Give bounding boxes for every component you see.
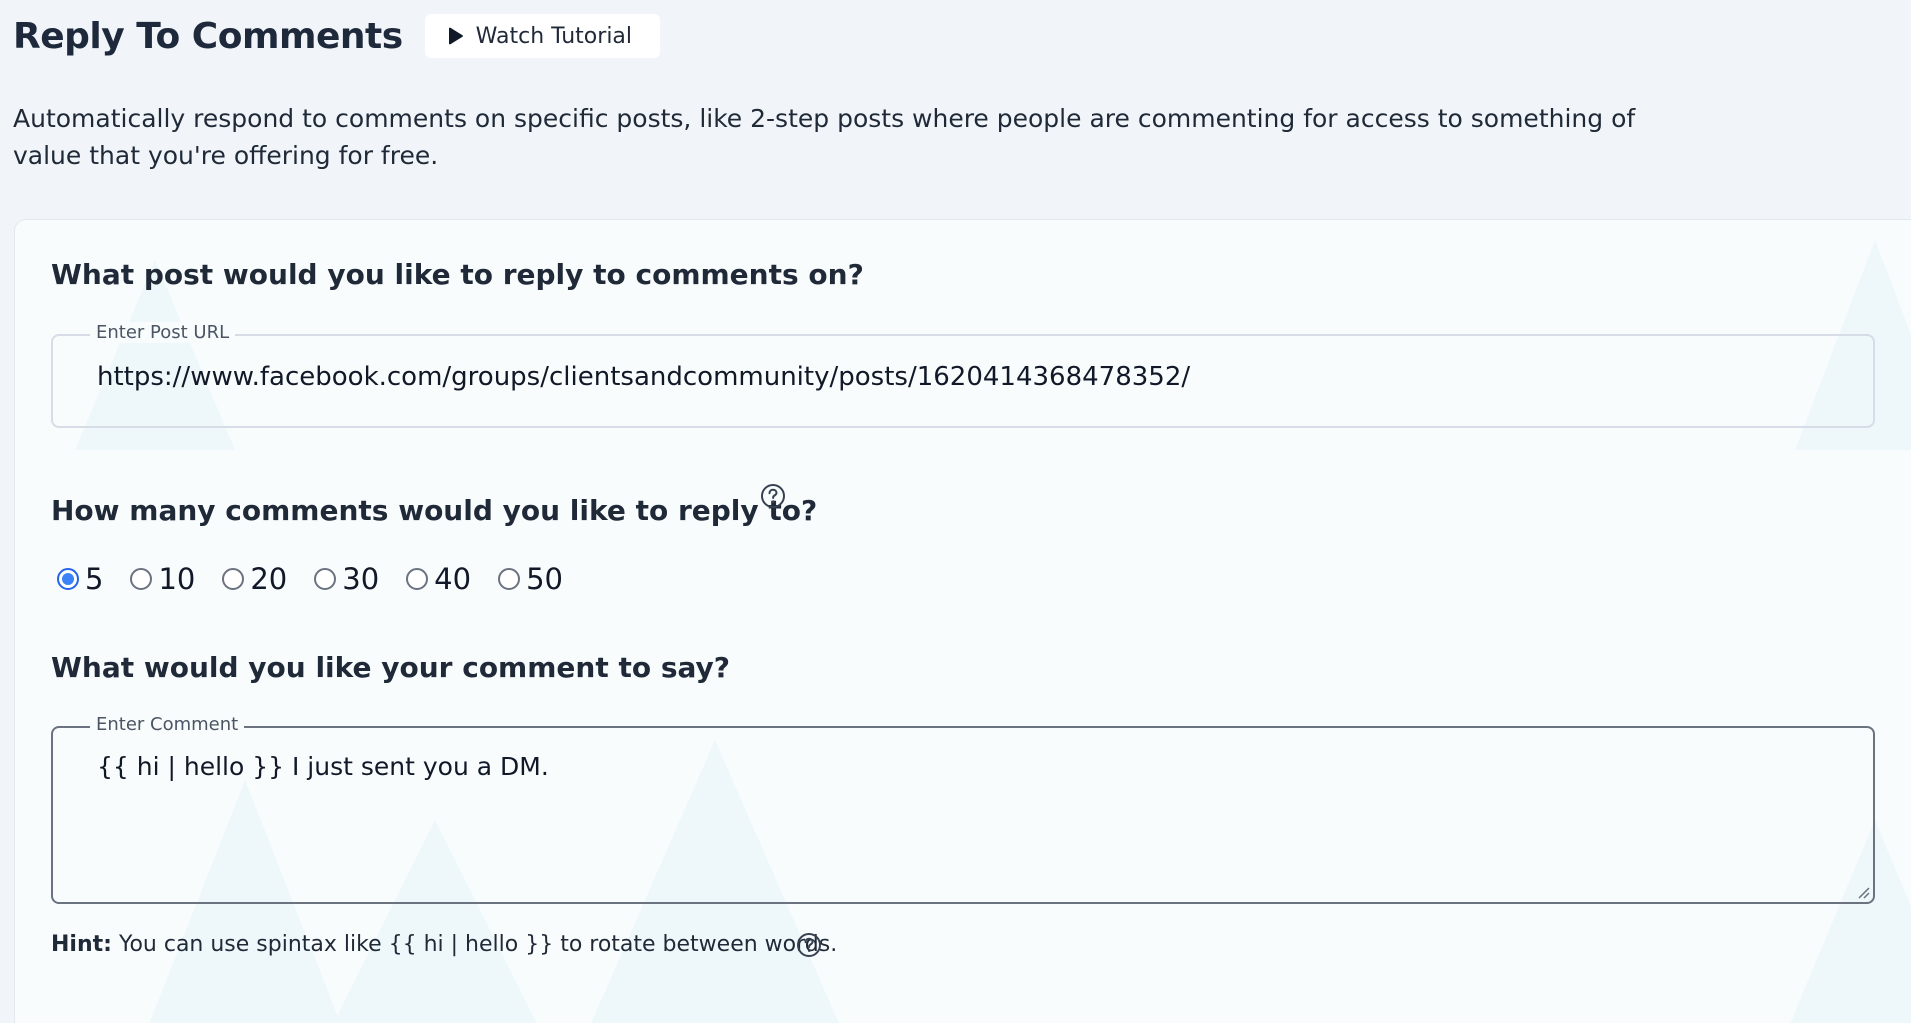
comment-count-radio-group: 5 10 20 30 40 50 — [57, 562, 590, 596]
radio-label: 50 — [526, 562, 563, 596]
question-circle-icon[interactable] — [796, 932, 822, 958]
radio-label: 40 — [434, 562, 472, 596]
page: Reply To Comments Watch Tutorial Automat… — [0, 0, 1911, 1023]
radio-label: 30 — [342, 562, 380, 596]
form-card: What post would you like to reply to com… — [14, 219, 1911, 1023]
radio-option-40[interactable]: 40 — [406, 562, 471, 596]
hint-text: You can use spintax like {{ hi | hello }… — [118, 932, 838, 957]
radio-option-30[interactable]: 30 — [314, 562, 379, 596]
hint-prefix: Hint: — [51, 932, 112, 957]
radio-label: 10 — [158, 562, 196, 596]
spintax-hint: Hint: You can use spintax like {{ hi | h… — [51, 932, 837, 957]
play-icon — [447, 27, 464, 45]
radio-button[interactable] — [130, 568, 153, 590]
radio-selected-dot — [62, 573, 74, 585]
radio-button[interactable] — [498, 568, 521, 590]
radio-button[interactable] — [222, 568, 245, 590]
page-description: Automatically respond to comments on spe… — [13, 104, 1636, 170]
comment-fieldset: Enter Comment {{ hi | hello }} I just se… — [51, 714, 1875, 904]
radio-option-10[interactable]: 10 — [130, 562, 195, 596]
radio-button[interactable] — [57, 568, 79, 590]
post-url-fieldset: Enter Post URL — [51, 322, 1875, 428]
radio-option-50[interactable]: 50 — [498, 562, 563, 596]
page-header: Reply To Comments Watch Tutorial — [13, 14, 661, 58]
radio-button[interactable] — [406, 568, 429, 590]
watch-tutorial-button[interactable]: Watch Tutorial — [424, 14, 661, 58]
post-url-field-label: Enter Post URL — [90, 322, 236, 343]
radio-option-20[interactable]: 20 — [222, 562, 287, 596]
post-url-question: What post would you like to reply to com… — [51, 258, 864, 291]
comment-textarea[interactable]: {{ hi | hello }} I just sent you a DM. — [97, 750, 1837, 890]
watch-tutorial-label: Watch Tutorial — [475, 23, 633, 49]
page-title: Reply To Comments — [13, 15, 403, 57]
radio-label: 5 — [85, 562, 104, 596]
question-circle-icon[interactable] — [760, 483, 786, 509]
comment-text-question: What would you like your comment to say? — [51, 651, 731, 684]
comment-field-label: Enter Comment — [90, 714, 245, 735]
post-url-input[interactable] — [97, 362, 1837, 392]
comment-count-question: How many comments would you like to repl… — [51, 494, 818, 527]
radio-option-5[interactable]: 5 — [57, 562, 103, 596]
radio-label: 20 — [250, 562, 288, 596]
resize-handle-icon[interactable] — [1856, 885, 1870, 899]
radio-button[interactable] — [314, 568, 337, 590]
